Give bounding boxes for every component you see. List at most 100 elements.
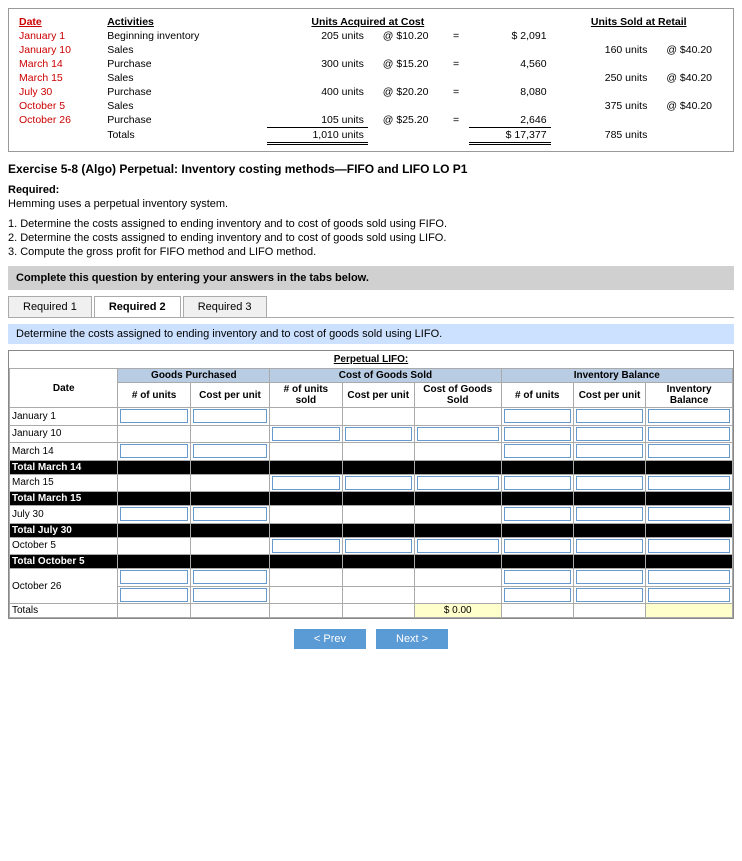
row-oct5-ib-units[interactable] <box>501 537 573 555</box>
input-mar15-cgs-units[interactable] <box>272 476 339 490</box>
input-jan10-ib-cost[interactable] <box>576 427 643 441</box>
input-oct26-ib-units-2[interactable] <box>504 588 571 602</box>
row-jan1-ib-inv[interactable] <box>646 408 733 426</box>
row-oct26-ib-units-1[interactable] <box>501 569 573 587</box>
input-mar15-ib-inv[interactable] <box>648 476 730 490</box>
row-jan10-ib-inv[interactable] <box>646 425 733 443</box>
next-button[interactable]: Next > <box>376 629 448 649</box>
row-mar15-cgs-total[interactable] <box>414 474 501 492</box>
row-mar14-gp-cost[interactable] <box>190 443 270 461</box>
row-jan1-ib-units[interactable] <box>501 408 573 426</box>
row-mar15-ib-inv[interactable] <box>646 474 733 492</box>
input-jan10-cgs-total[interactable] <box>417 427 499 441</box>
input-jan1-gp-cost[interactable] <box>193 409 268 423</box>
input-oct26-gp-cost-2[interactable] <box>193 588 268 602</box>
row-oct5-ib-cost[interactable] <box>573 537 645 555</box>
total-jul30-gp-units <box>118 523 190 537</box>
row-oct5-cgs-total[interactable] <box>414 537 501 555</box>
input-jan10-ib-units[interactable] <box>504 427 571 441</box>
row-mar15-ib-units[interactable] <box>501 474 573 492</box>
row-mar15-cgs-units[interactable] <box>270 474 342 492</box>
row-mar14-gp-units[interactable] <box>118 443 190 461</box>
tab-required2[interactable]: Required 2 <box>94 296 181 317</box>
row-jan1-gp-cost[interactable] <box>190 408 270 426</box>
row-totals-date <box>15 128 103 144</box>
input-oct26-ib-cost-2[interactable] <box>576 588 643 602</box>
input-jul30-ib-cost[interactable] <box>576 507 643 521</box>
tab-required3[interactable]: Required 3 <box>183 296 267 317</box>
input-jan1-ib-inv[interactable] <box>648 409 730 423</box>
row-oct26-gp-cost-1[interactable] <box>190 569 270 587</box>
input-oct26-ib-inv-2[interactable] <box>648 588 730 602</box>
input-jan1-gp-units[interactable] <box>120 409 187 423</box>
input-oct26-ib-inv-1[interactable] <box>648 570 730 584</box>
row-jul30-date: July 30 <box>15 85 103 99</box>
row-mar14-ib-cost[interactable] <box>573 443 645 461</box>
row-oct26-ib-cost-1[interactable] <box>573 569 645 587</box>
input-jan10-cgs-cost[interactable] <box>345 427 412 441</box>
row-jan1-ib-cost[interactable] <box>573 408 645 426</box>
row-mar14-ib-units[interactable] <box>501 443 573 461</box>
row-oct5-cgs-units[interactable] <box>270 537 342 555</box>
row-jan10-ib-cost[interactable] <box>573 425 645 443</box>
input-mar15-cgs-total[interactable] <box>417 476 499 490</box>
row-jul30-gp-cost[interactable] <box>190 506 270 524</box>
total-oct5-cgs-total <box>414 555 501 569</box>
row-jul30-ib-inv[interactable] <box>646 506 733 524</box>
input-mar14-ib-inv[interactable] <box>648 444 730 458</box>
input-oct5-ib-inv[interactable] <box>648 539 730 553</box>
input-oct26-gp-units-1[interactable] <box>120 570 187 584</box>
input-jan10-cgs-units[interactable] <box>272 427 339 441</box>
tab-required1[interactable]: Required 1 <box>8 296 92 317</box>
input-jul30-gp-units[interactable] <box>120 507 187 521</box>
input-mar15-ib-cost[interactable] <box>576 476 643 490</box>
input-oct5-ib-units[interactable] <box>504 539 571 553</box>
row-oct5-cgs-cost[interactable] <box>342 537 414 555</box>
prev-button[interactable]: < Prev <box>294 629 366 649</box>
row-mar15-cgs-cost[interactable] <box>342 474 414 492</box>
input-jul30-ib-units[interactable] <box>504 507 571 521</box>
row-oct26-gp-units-2[interactable] <box>118 586 190 604</box>
row-jan1-eq: = <box>443 29 468 43</box>
row-jul30-gp-units[interactable] <box>118 506 190 524</box>
input-oct26-gp-cost-1[interactable] <box>193 570 268 584</box>
input-oct26-ib-cost-1[interactable] <box>576 570 643 584</box>
row-oct26-ib-cost-2[interactable] <box>573 586 645 604</box>
row-jan10-cgs-cost[interactable] <box>342 425 414 443</box>
input-oct5-cgs-total[interactable] <box>417 539 499 553</box>
totals-cgs-units <box>270 604 342 618</box>
input-mar14-ib-cost[interactable] <box>576 444 643 458</box>
input-oct26-gp-units-2[interactable] <box>120 588 187 602</box>
input-mar14-gp-cost[interactable] <box>193 444 268 458</box>
row-jan10-ib-units[interactable] <box>501 425 573 443</box>
row-oct26-ib-inv-1[interactable] <box>646 569 733 587</box>
input-jul30-ib-inv[interactable] <box>648 507 730 521</box>
input-jan10-ib-inv[interactable] <box>648 427 730 441</box>
input-oct5-cgs-units[interactable] <box>272 539 339 553</box>
input-jul30-gp-cost[interactable] <box>193 507 268 521</box>
input-jan1-ib-cost[interactable] <box>576 409 643 423</box>
input-mar14-gp-units[interactable] <box>120 444 187 458</box>
row-oct26-gp-cost-2[interactable] <box>190 586 270 604</box>
total-mar14-ib-cost <box>573 460 645 474</box>
row-jan1-gp-units[interactable] <box>118 408 190 426</box>
row-jan10-cgs-units[interactable] <box>270 425 342 443</box>
totals-gp-units <box>118 604 190 618</box>
input-mar15-cgs-cost[interactable] <box>345 476 412 490</box>
row-oct26-ib-units-2[interactable] <box>501 586 573 604</box>
input-oct5-ib-cost[interactable] <box>576 539 643 553</box>
row-oct26-ib-inv-2[interactable] <box>646 586 733 604</box>
row-oct5-ib-inv[interactable] <box>646 537 733 555</box>
row-oct26-gp-units-1[interactable] <box>118 569 190 587</box>
row-jul30-ib-units[interactable] <box>501 506 573 524</box>
input-mar14-ib-units[interactable] <box>504 444 571 458</box>
row-mar14-ib-inv[interactable] <box>646 443 733 461</box>
input-oct5-cgs-cost[interactable] <box>345 539 412 553</box>
row-mar15-ib-cost[interactable] <box>573 474 645 492</box>
input-oct26-ib-units-1[interactable] <box>504 570 571 584</box>
row-jan10-gp-units <box>118 425 190 443</box>
input-jan1-ib-units[interactable] <box>504 409 571 423</box>
row-jan10-cgs-total[interactable] <box>414 425 501 443</box>
row-jul30-ib-cost[interactable] <box>573 506 645 524</box>
input-mar15-ib-units[interactable] <box>504 476 571 490</box>
